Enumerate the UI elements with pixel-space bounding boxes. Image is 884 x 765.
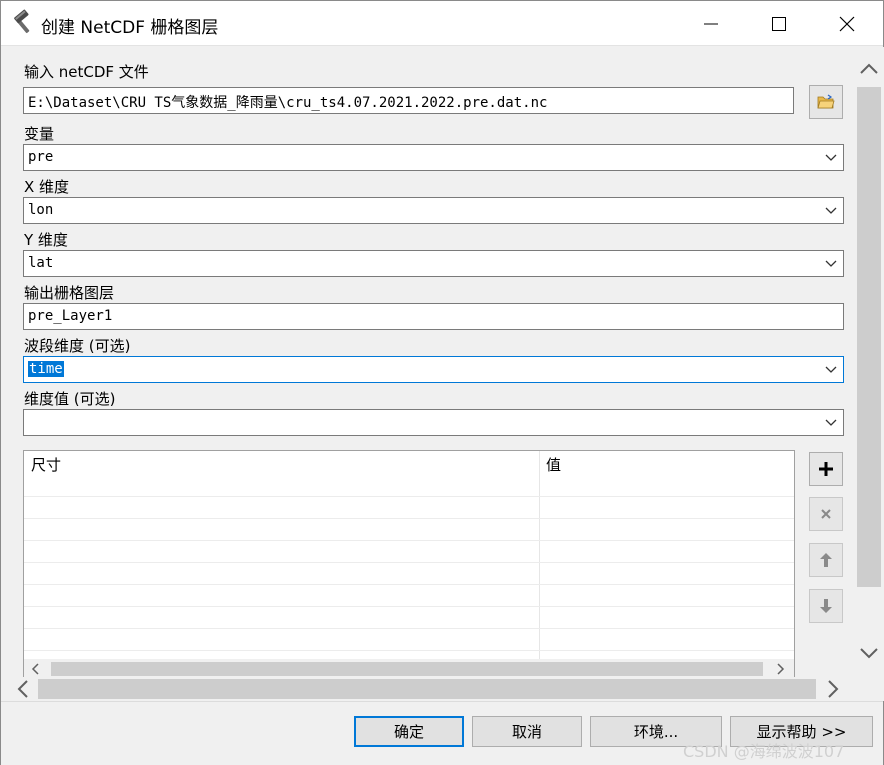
table-row[interactable] [24,497,794,519]
scroll-corner [854,677,884,701]
table-row[interactable] [24,541,794,563]
open-folder-icon [817,94,835,109]
chevron-down-icon [825,260,837,267]
chevron-down-icon [825,366,837,373]
band-dimension-select[interactable]: time [23,356,844,383]
table-row[interactable] [24,585,794,607]
input-file-field[interactable]: E:\Dataset\CRU TS气象数据_降雨量\cru_ts4.07.202… [23,87,794,114]
horizontal-scroll-thumb[interactable] [38,679,816,699]
y-dimension-value: lat [28,255,54,271]
vertical-scroll-thumb[interactable] [857,87,881,587]
column-header-dimension[interactable]: 尺寸 [31,454,61,475]
vertical-scrollbar[interactable] [854,47,884,677]
x-dimension-value: lon [28,202,54,218]
plus-icon [819,462,833,476]
add-row-button[interactable] [809,452,843,486]
output-layer-field[interactable]: pre_Layer1 [23,303,844,330]
table-row[interactable] [24,475,794,497]
table-row[interactable] [24,519,794,541]
table-scroll-thumb[interactable] [51,662,763,676]
band-dimension-label: 波段维度 (可选) [24,337,131,355]
y-dimension-select[interactable]: lat [23,250,844,277]
band-dimension-value: time [28,361,64,377]
watermark: CSDN @海绵波波107 [683,742,845,761]
cancel-button[interactable]: 取消 [472,716,582,747]
move-down-button[interactable] [809,589,843,623]
chevron-left-icon[interactable] [30,659,42,677]
horizontal-scrollbar[interactable] [1,677,854,701]
delete-icon [821,509,831,519]
window-title: 创建 NetCDF 栅格图层 [41,18,219,38]
minimize-icon [704,23,718,24]
title-bar[interactable]: 创建 NetCDF 栅格图层 [1,1,883,46]
ok-button[interactable]: 确定 [354,716,464,747]
x-dimension-select[interactable]: lon [23,197,844,224]
variable-select[interactable]: pre [23,144,844,171]
dimension-values-table[interactable]: 尺寸 值 [23,450,795,677]
browse-button[interactable] [809,85,843,119]
input-file-label: 输入 netCDF 文件 [24,63,149,81]
remove-row-button[interactable] [809,497,843,531]
variable-label: 变量 [24,125,55,143]
arrow-up-icon [820,553,832,567]
y-dimension-label: Y 维度 [24,231,68,249]
table-row[interactable] [24,563,794,585]
maximize-icon [772,16,786,31]
chevron-left-icon[interactable] [15,677,31,701]
chevron-down-icon [825,207,837,214]
table-horizontal-scrollbar[interactable] [24,659,794,677]
chevron-up-icon[interactable] [857,61,881,77]
arrow-down-icon [820,599,832,613]
hammer-icon [11,9,37,35]
form-panel: 输入 netCDF 文件 E:\Dataset\CRU TS气象数据_降雨量\c… [1,47,853,677]
output-layer-label: 输出栅格图层 [24,284,115,302]
table-row[interactable] [24,607,794,629]
variable-value: pre [28,149,54,165]
minimize-button[interactable] [677,1,745,46]
column-header-value[interactable]: 值 [546,454,561,475]
dialog-window: 创建 NetCDF 栅格图层 输入 netCDF 文件 E:\Dataset\C… [0,0,884,765]
close-button[interactable] [813,1,881,46]
dimension-values-select[interactable] [23,409,844,436]
x-dimension-label: X 维度 [24,178,70,196]
dimension-values-label: 维度值 (可选) [24,390,116,408]
close-icon [839,16,855,31]
table-row[interactable] [24,629,794,651]
move-up-button[interactable] [809,543,843,577]
chevron-down-icon[interactable] [857,645,881,661]
maximize-button[interactable] [745,1,813,46]
chevron-right-icon[interactable] [825,677,841,701]
chevron-right-icon[interactable] [774,659,786,677]
chevron-down-icon [825,419,837,426]
chevron-down-icon [825,154,837,161]
